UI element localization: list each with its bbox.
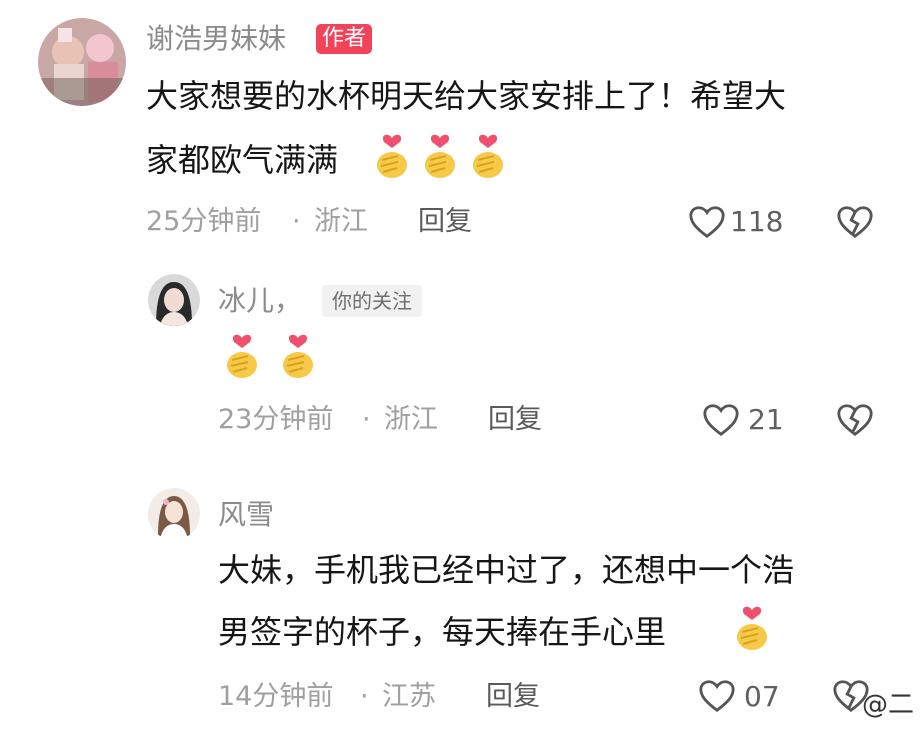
comment-time: 25分钟前: [146, 206, 262, 237]
broken-heart-icon[interactable]: [836, 402, 874, 438]
like-count: 118: [730, 205, 784, 238]
avatar[interactable]: [148, 488, 200, 540]
finger-heart-emoji: [468, 132, 508, 178]
watermark: @二: [862, 690, 915, 720]
author-name[interactable]: 冰儿，: [218, 284, 302, 318]
comment-location: 浙江: [384, 404, 438, 435]
emoji-group: [372, 132, 508, 178]
comment-location: 江苏: [382, 681, 436, 712]
meta-separator: ·: [292, 206, 301, 237]
like-count: 21: [748, 403, 784, 436]
meta-separator: ·: [362, 404, 371, 435]
reply-button[interactable]: 回复: [486, 680, 540, 714]
following-badge: 你的关注: [322, 285, 422, 317]
author-badge: 作者: [316, 24, 373, 54]
heart-outline-icon[interactable]: [688, 204, 726, 240]
finger-heart-emoji: [372, 132, 412, 178]
author-name[interactable]: 风雪: [218, 498, 274, 532]
reply-button[interactable]: 回复: [418, 205, 472, 239]
comment-text-line: 大家想要的水杯明天给大家安排上了！希望大: [146, 77, 787, 115]
comment-time: 14分钟前: [218, 681, 334, 712]
emoji-group: [732, 604, 772, 650]
like-count: 07: [744, 680, 780, 713]
comment-text-line: 男签字的杯子，每天捧在手心里: [218, 613, 667, 651]
avatar-image: [148, 274, 200, 326]
heart-outline-icon[interactable]: [702, 402, 740, 438]
finger-heart-emoji: [278, 332, 318, 378]
finger-heart-emoji: [222, 332, 262, 378]
reply-button[interactable]: 回复: [488, 403, 542, 437]
comment-time: 23分钟前: [218, 404, 334, 435]
heart-outline-icon[interactable]: [698, 678, 736, 714]
avatar-image: [38, 18, 126, 106]
comment-text-line: 大妹，手机我已经中过了，还想中一个浩: [218, 551, 795, 589]
avatar[interactable]: [38, 18, 126, 106]
comment-location: 浙江: [314, 206, 368, 237]
finger-heart-emoji: [732, 604, 772, 650]
broken-heart-icon[interactable]: [836, 204, 874, 240]
finger-heart-emoji: [420, 132, 460, 178]
author-name[interactable]: 谢浩男妹妹: [146, 22, 286, 56]
meta-separator: ·: [360, 681, 369, 712]
avatar[interactable]: [148, 274, 200, 326]
avatar-image: [148, 488, 200, 540]
comment-text-line: 家都欧气满满: [146, 141, 339, 179]
emoji-group: [222, 332, 318, 378]
